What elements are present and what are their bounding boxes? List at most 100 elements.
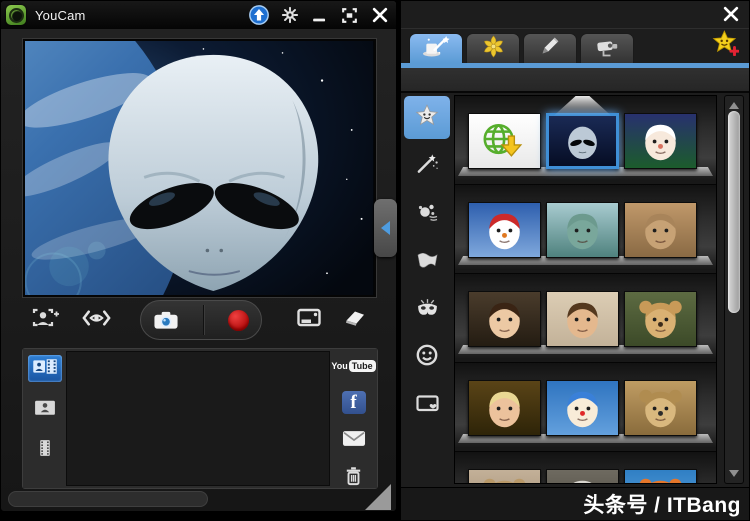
logo-lens [9, 8, 24, 23]
selection-spotlight [554, 95, 612, 116]
filter-all-media-button[interactable] [28, 355, 62, 382]
magic-wand-icon [416, 152, 439, 179]
watermark-bar: 头条号 / ITBang [401, 487, 749, 520]
eraser-button[interactable] [343, 309, 367, 327]
effect-poodle-puppy[interactable] [468, 469, 541, 484]
effects-shelf [454, 95, 717, 484]
effects-panel-titlebar [401, 1, 749, 29]
effect-man-avatar[interactable] [546, 291, 619, 347]
scrollbar-thumb[interactable] [728, 111, 740, 312]
effects-scrollbar[interactable] [724, 95, 744, 484]
present-button[interactable] [297, 308, 321, 327]
effect-download-more-effects[interactable] [468, 113, 541, 169]
all-media-icon [32, 357, 58, 381]
status-pill [8, 491, 208, 507]
effect-category-distortions[interactable] [404, 240, 450, 283]
effects-panel-window: 头条号 / ITBang [400, 0, 750, 521]
masquerade-mask-icon [415, 297, 440, 323]
close-button[interactable] [370, 5, 390, 25]
effect-category-frames[interactable] [404, 384, 450, 427]
shelf-row-2 [455, 185, 716, 274]
capture-pill [140, 300, 262, 340]
media-gallery: You Tube f [22, 348, 378, 489]
effect-clown[interactable] [546, 380, 619, 436]
youcam-main-window: YouCam [0, 0, 397, 512]
watermark-text: 头条号 / ITBang [583, 489, 741, 519]
gallery-empty-area[interactable] [66, 351, 330, 486]
tab-effects[interactable] [409, 33, 463, 63]
shelf-tiles [468, 291, 697, 347]
share-email-button[interactable] [335, 426, 373, 451]
effect-category-avatars[interactable] [404, 96, 450, 139]
tab-surveillance[interactable] [580, 33, 634, 63]
scroll-down-icon[interactable] [729, 470, 739, 477]
share-facebook-button[interactable]: f [342, 391, 366, 414]
effects-tab-bar [401, 29, 749, 63]
shelf-row-4 [455, 363, 716, 452]
magic-hat-wand-icon [422, 35, 450, 63]
titlebar-buttons [248, 1, 390, 29]
effect-lamb-doll[interactable] [624, 469, 697, 484]
draw-pencil-icon [539, 35, 561, 62]
frame-heart-icon [415, 392, 440, 419]
effect-alien[interactable] [546, 113, 619, 169]
effect-woman-avatar[interactable] [468, 291, 541, 347]
surveillance-camera-icon [595, 36, 620, 62]
effect-category-sidebar [404, 96, 451, 427]
effect-snowman[interactable] [468, 202, 541, 258]
gallery-filter-column [23, 349, 66, 488]
pill-divider [203, 305, 204, 335]
gallery-share-column: You Tube f [330, 349, 377, 488]
effect-statue-of-liberty[interactable] [546, 202, 619, 258]
effect-santa-claus[interactable] [624, 113, 697, 169]
resize-grip[interactable] [365, 484, 391, 510]
youtube-you-text: You [331, 361, 347, 371]
scroll-up-icon[interactable] [729, 102, 739, 109]
effect-golden-retriever[interactable] [624, 380, 697, 436]
shelf-tiles [468, 113, 697, 169]
status-bar [8, 491, 390, 509]
titlebar: YouCam [1, 1, 396, 29]
video-preview [23, 39, 376, 297]
particle-splash-icon [416, 200, 439, 227]
effect-category-particle-effects[interactable] [404, 192, 450, 235]
collapse-arrow-icon [381, 221, 390, 235]
panel-collapse-handle[interactable] [374, 199, 397, 257]
settings-button[interactable] [281, 6, 299, 24]
upgrade-button[interactable] [248, 4, 270, 26]
youcam-logo-icon [6, 5, 26, 25]
fullscreen-button[interactable] [340, 6, 359, 25]
effects-panel-close-button[interactable] [721, 4, 741, 24]
desktop: YouCam [0, 0, 750, 521]
tab-gadgets[interactable] [466, 33, 520, 63]
avatar-star-face-icon [415, 104, 439, 132]
shelf-tiles [468, 380, 697, 436]
effect-terracotta-warrior[interactable] [624, 202, 697, 258]
effect-category-emoticons[interactable] [404, 336, 450, 379]
gadgets-pinwheel-icon [482, 35, 505, 63]
effect-blond-man[interactable] [468, 380, 541, 436]
share-youtube-button[interactable]: You Tube [335, 354, 373, 379]
alien-video-frame [25, 41, 374, 295]
effect-stone-statue[interactable] [546, 469, 619, 484]
filter-videos-only-button[interactable] [28, 437, 62, 464]
effect-category-masks[interactable] [404, 288, 450, 331]
videos-icon [35, 438, 55, 463]
filter-photos-only-button[interactable] [28, 396, 62, 423]
effects-content [401, 93, 749, 488]
emoticon-smiley-icon [416, 344, 438, 371]
tab-draw[interactable] [523, 33, 577, 63]
add-emotion-effect-button[interactable] [712, 30, 739, 61]
minimize-button[interactable] [310, 6, 329, 25]
preview-toggle-button[interactable] [81, 308, 112, 328]
effects-subtoolbar [401, 68, 749, 93]
snapshot-button[interactable] [153, 310, 179, 330]
shelf-tiles [468, 202, 697, 258]
capture-controls [1, 299, 398, 343]
face-login-button[interactable] [31, 307, 60, 328]
youtube-tube-text: Tube [349, 360, 376, 372]
shelf-row-5 [455, 452, 716, 484]
record-button[interactable] [228, 310, 249, 331]
effect-category-magic-effects[interactable] [404, 144, 450, 187]
effect-teddy-bear[interactable] [624, 291, 697, 347]
